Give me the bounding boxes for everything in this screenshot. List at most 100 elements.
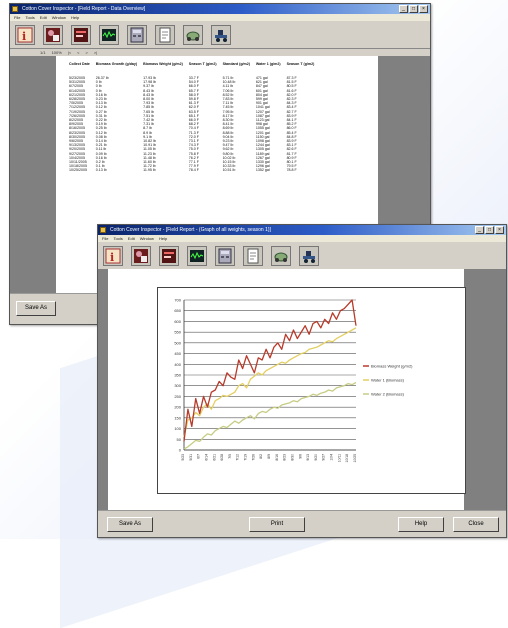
field-map-button[interactable] [131, 245, 151, 266]
tractor-button[interactable] [211, 24, 231, 45]
x-tick-label: 7/5 [228, 454, 232, 459]
x-tick-label: 9/27 [322, 454, 326, 461]
x-tick-label: 7/12 [236, 454, 240, 461]
notepad-button[interactable] [155, 24, 175, 45]
column-header: Collect Date [69, 62, 90, 66]
graph-view[interactable]: 0 50 100 150 200 250 300 350 400 450 500 550 600 650 7… [98, 269, 506, 511]
table-cell: 11.95 lb [143, 168, 156, 173]
x-tick-label: 9/13 [306, 454, 310, 461]
series-line [183, 381, 357, 450]
y-tick-label: 500 [174, 340, 181, 345]
close-window-button[interactable]: × [495, 226, 504, 234]
save-as-button[interactable]: Save As [16, 301, 56, 316]
toolbar: i [10, 21, 430, 49]
report-button[interactable] [159, 245, 179, 266]
sprayer-button[interactable] [183, 24, 203, 45]
close-button[interactable]: Close [453, 517, 499, 532]
menu-tools[interactable]: Tools [25, 14, 34, 21]
menu-file[interactable]: File [14, 14, 20, 21]
title-bar[interactable]: Cotton Cover Inspector - [Field Report -… [10, 4, 430, 14]
sprayer-icon [186, 31, 200, 41]
crop-info-button[interactable]: i [103, 245, 123, 266]
minimize-button[interactable]: _ [475, 226, 484, 234]
menu-help[interactable]: Help [159, 235, 167, 242]
title-bar[interactable]: Cotton Cover Inspector - [Field Report -… [98, 225, 506, 235]
waveform-button[interactable] [187, 245, 207, 266]
waveform-icon [102, 28, 116, 41]
help-button[interactable]: Help [398, 517, 444, 532]
field-map-button[interactable] [43, 24, 63, 45]
tractor-icon [215, 29, 227, 42]
menu-tools[interactable]: Tools [113, 235, 122, 242]
x-tick-label: 5/23 [181, 454, 185, 461]
y-tick-label: 300 [174, 383, 181, 388]
x-tick-label: 9/20 [314, 454, 318, 461]
sprayer-icon [274, 252, 288, 262]
y-tick-label: 350 [174, 373, 181, 378]
column-header: Season T (g/m2) [188, 62, 217, 66]
table-cell: 0.13 lb [95, 168, 107, 173]
notepad-icon [159, 27, 171, 42]
crop-info-icon: i [105, 248, 121, 264]
print-button[interactable]: Print [249, 517, 305, 532]
sprayer-button[interactable] [271, 245, 291, 266]
calculator-button[interactable] [127, 24, 147, 45]
svg-text:i: i [110, 251, 114, 264]
x-tick-label: 9/6 [298, 454, 302, 459]
menu-edit[interactable]: Edit [40, 14, 47, 21]
y-tick-label: 700 [174, 298, 181, 303]
y-tick-label: 200 [174, 405, 181, 410]
calculator-button[interactable] [215, 245, 235, 266]
table-cell: 10/25/2005 [69, 168, 87, 173]
x-tick-label: 6/14 [204, 454, 208, 461]
menu-window[interactable]: Window [140, 235, 154, 242]
report-icon [74, 27, 88, 42]
chart-svg: 0 50 100 150 200 250 300 350 400 450 500 550 600 650 7… [174, 298, 413, 463]
crop-info-icon: i [17, 27, 33, 43]
column-header: Biomass Growth (g/day) [95, 62, 138, 66]
x-tick-label: 5/31 [189, 454, 193, 461]
x-tick-label: 8/30 [290, 454, 294, 461]
table-cell: 78.4 F [188, 168, 199, 173]
y-tick-label: 0 [179, 448, 182, 453]
close-window-button[interactable]: × [419, 5, 428, 13]
x-tick-label: 10/18 [345, 454, 349, 463]
report-icon [162, 248, 176, 263]
y-tick-label: 650 [174, 308, 181, 313]
tractor-icon [303, 250, 315, 263]
column-header: Standard (g/m2) [222, 62, 250, 66]
minimize-button[interactable]: _ [399, 5, 408, 13]
x-tick-label: 6/21 [212, 454, 216, 461]
y-tick-label: 450 [174, 351, 181, 356]
save-as-button[interactable]: Save As [107, 517, 153, 532]
table-row: 10/25/2005 0.13 lb 11.95 lb 78.4 F 10.51 lb 1… [66, 168, 317, 172]
menu-help[interactable]: Help [71, 14, 79, 21]
crop-info-button[interactable]: i [15, 24, 35, 45]
bottom-bar: Save As Print Help Close [98, 510, 506, 537]
maximize-button[interactable]: □ [485, 226, 494, 234]
menu-file[interactable]: File [102, 235, 108, 242]
calculator-icon [130, 27, 144, 42]
y-tick-label: 250 [174, 394, 181, 399]
y-tick-label: 600 [174, 319, 181, 324]
menu-edit[interactable]: Edit [128, 235, 135, 242]
waveform-button[interactable] [99, 24, 119, 45]
y-tick-label: 150 [174, 415, 181, 420]
menu-window[interactable]: Window [52, 14, 66, 21]
x-tick-label: 8/23 [283, 454, 287, 461]
report-button[interactable] [71, 24, 91, 45]
table-cell: 78.8 F [286, 168, 297, 173]
x-tick-label: 8/2 [259, 454, 263, 459]
x-tick-label: 10/4 [330, 454, 334, 461]
maximize-button[interactable]: □ [409, 5, 418, 13]
menu-bar: File Tools Edit Window Help [10, 14, 430, 21]
series-line [183, 327, 357, 438]
graph-page: 0 50 100 150 200 250 300 350 400 450 500 550 600 650 7… [108, 269, 466, 511]
chart: 0 50 100 150 200 250 300 350 400 450 500 550 600 650 7… [157, 287, 466, 494]
table-cell: 10.51 lb [222, 168, 236, 173]
x-tick-label: 7/26 [251, 454, 255, 461]
notepad-button[interactable] [243, 245, 263, 266]
table-cell: 1352 gal [255, 168, 270, 173]
tractor-button[interactable] [299, 245, 319, 266]
x-tick-label: 8/9 [267, 454, 271, 459]
